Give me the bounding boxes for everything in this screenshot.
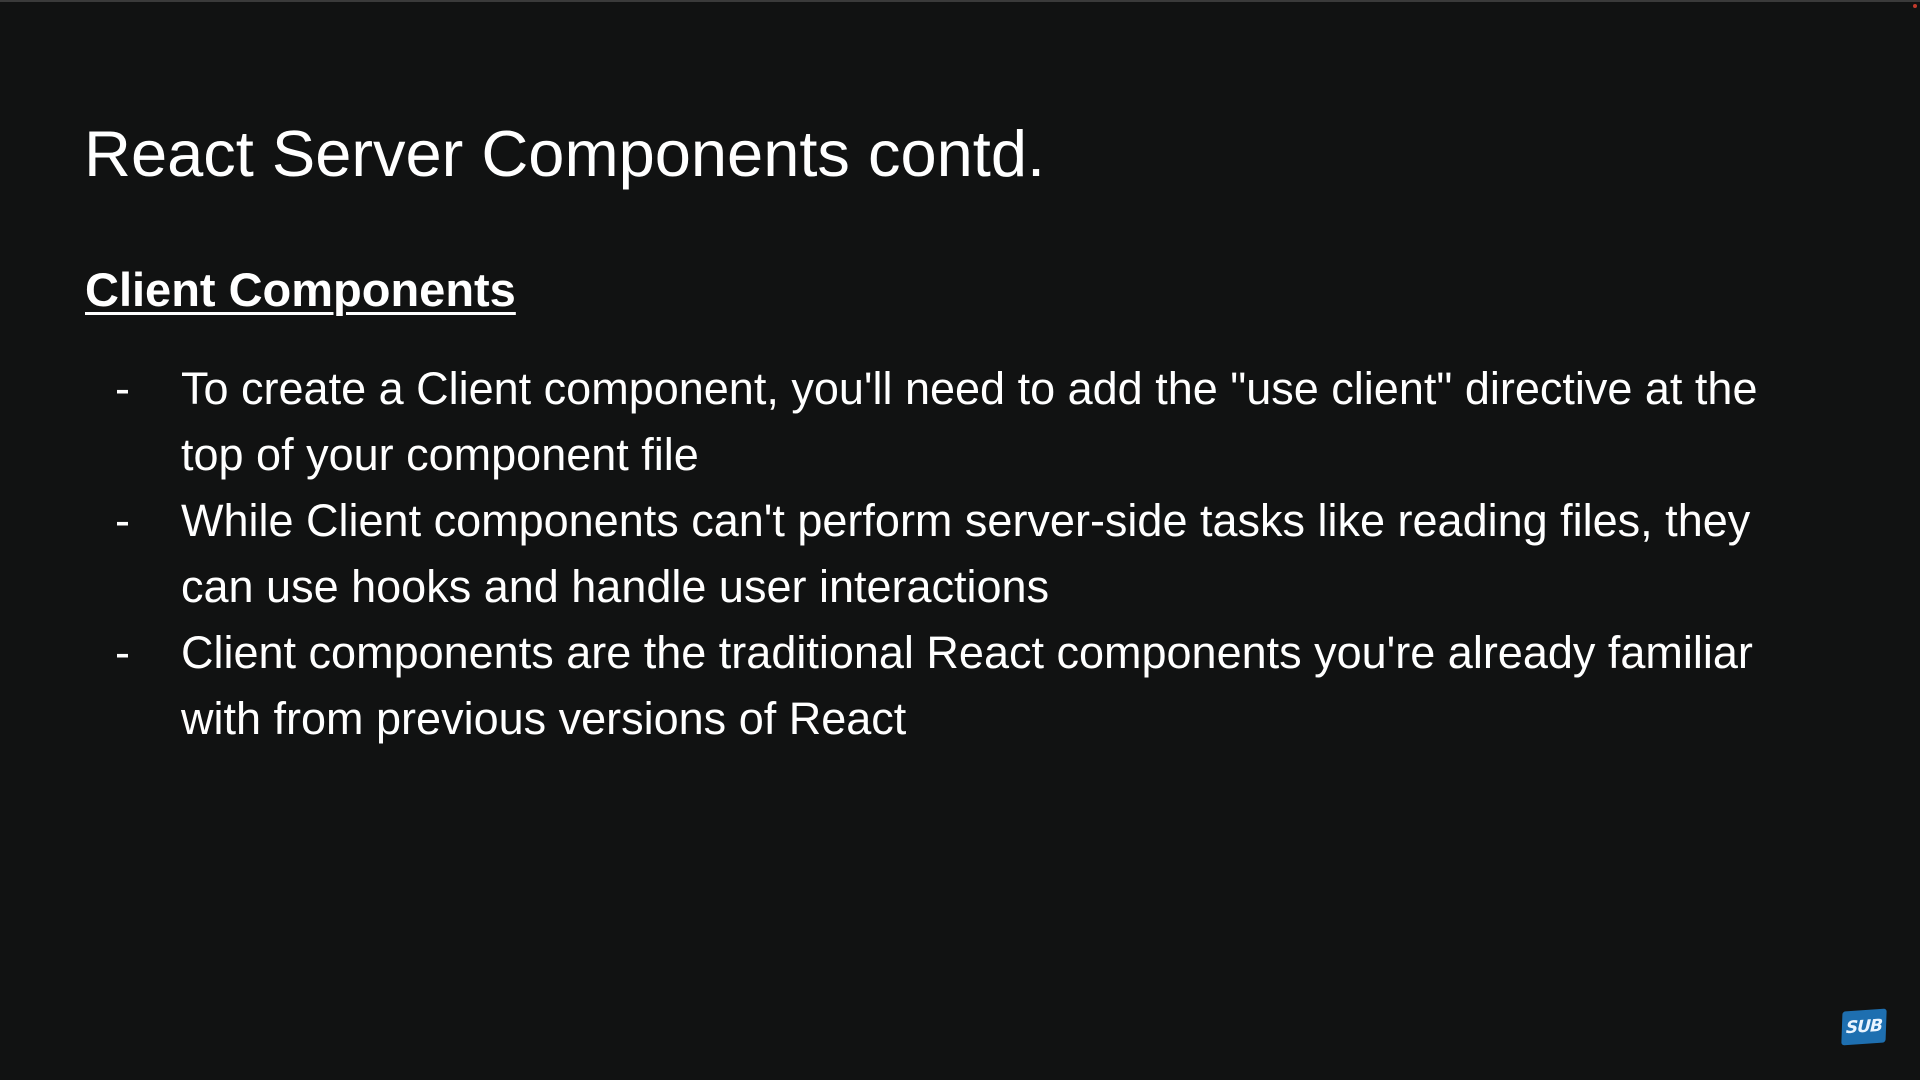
slide-title: React Server Components contd. xyxy=(84,117,1046,190)
bullet-marker: - xyxy=(115,495,130,546)
bullet-text: While Client components can't perform se… xyxy=(181,495,1751,612)
subscribe-logo-text: SUB xyxy=(1845,1015,1883,1039)
bullet-text: To create a Client component, you'll nee… xyxy=(181,363,1758,480)
bullet-text: Client components are the traditional Re… xyxy=(181,627,1753,744)
bullet-item: - While Client components can't perform … xyxy=(0,488,1801,620)
section-heading: Client Components xyxy=(85,263,516,316)
recording-indicator-dot xyxy=(1913,4,1917,8)
bullet-marker: - xyxy=(115,627,130,678)
bullet-item: - Client components are the traditional … xyxy=(0,620,1801,752)
bullet-list: - To create a Client component, you'll n… xyxy=(0,356,1920,752)
top-border xyxy=(0,0,1920,2)
presentation-slide: React Server Components contd. Client Co… xyxy=(0,0,1920,1080)
subscribe-logo-icon[interactable]: SUB xyxy=(1841,1008,1887,1046)
bullet-item: - To create a Client component, you'll n… xyxy=(0,356,1801,488)
bullet-marker: - xyxy=(115,363,130,414)
